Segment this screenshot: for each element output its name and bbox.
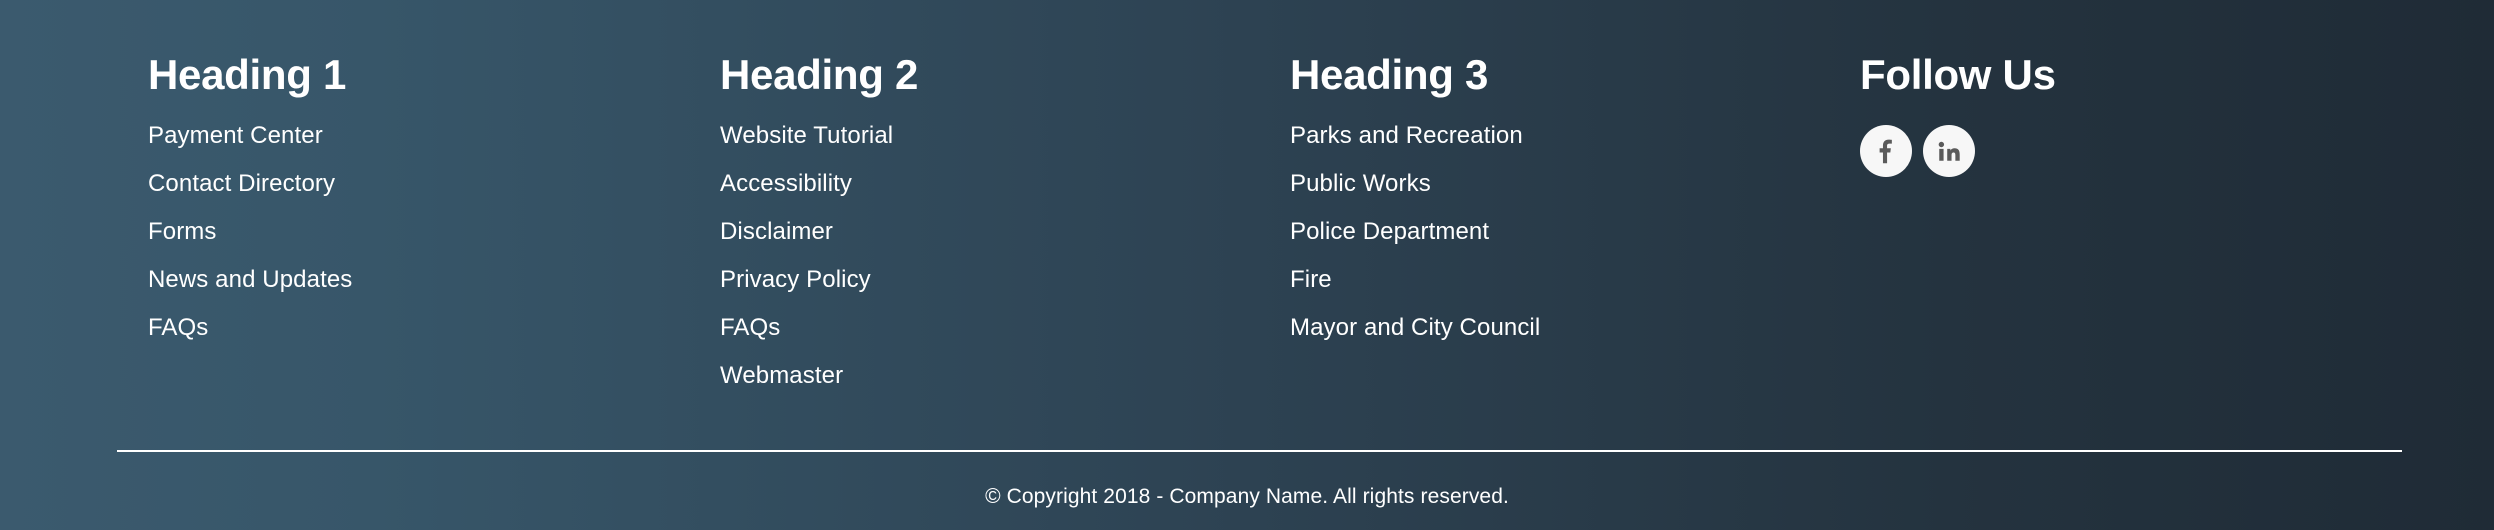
list-item: Public Works [1290,168,1540,216]
footer-column-1-links: Payment Center Contact Directory Forms N… [148,120,352,360]
footer-link-privacy-policy[interactable]: Privacy Policy [720,264,871,296]
footer-link-faqs-2[interactable]: FAQs [720,312,780,344]
site-footer: Heading 1 Payment Center Contact Directo… [0,0,2494,530]
list-item: FAQs [148,312,352,360]
list-item: Disclaimer [720,216,918,264]
list-item: Privacy Policy [720,264,918,312]
list-item: Fire [1290,264,1540,312]
footer-column-1: Heading 1 Payment Center Contact Directo… [148,52,352,360]
list-item: Forms [148,216,352,264]
footer-column-3-heading: Heading 3 [1290,51,1489,98]
footer-column-1-heading: Heading 1 [148,51,347,98]
footer-column-2: Heading 2 Website Tutorial Accessibility… [720,52,918,408]
list-item: Police Department [1290,216,1540,264]
footer-link-disclaimer[interactable]: Disclaimer [720,216,833,248]
footer-link-police-department[interactable]: Police Department [1290,216,1489,248]
list-item: Website Tutorial [720,120,918,168]
copyright-text: © Copyright 2018 - Company Name. All rig… [985,485,1509,508]
footer-column-3-links: Parks and Recreation Public Works Police… [1290,120,1540,360]
footer-link-webmaster[interactable]: Webmaster [720,360,843,392]
footer-link-news-and-updates[interactable]: News and Updates [148,264,352,296]
list-item: Mayor and City Council [1290,312,1540,360]
footer-divider [117,450,2402,452]
footer-link-faqs[interactable]: FAQs [148,312,208,344]
list-item: Accessibility [720,168,918,216]
list-item: Webmaster [720,360,918,408]
footer-column-2-links: Website Tutorial Accessibility Disclaime… [720,120,918,408]
footer-column-follow-us: Follow Us [1860,52,2056,177]
list-item: Payment Center [148,120,352,168]
footer-link-contact-directory[interactable]: Contact Directory [148,168,335,200]
footer-column-2-heading: Heading 2 [720,51,919,98]
footer-columns: Heading 1 Payment Center Contact Directo… [0,0,2494,430]
footer-link-accessibility[interactable]: Accessibility [720,168,852,200]
footer-link-forms[interactable]: Forms [148,216,217,248]
follow-us-heading: Follow Us [1860,51,2056,98]
list-item: Contact Directory [148,168,352,216]
list-item: FAQs [720,312,918,360]
social-links [1860,125,2056,177]
footer-link-fire[interactable]: Fire [1290,264,1332,296]
footer-link-payment-center[interactable]: Payment Center [148,120,323,152]
list-item: News and Updates [148,264,352,312]
linkedin-link[interactable] [1923,125,1975,177]
footer-column-3: Heading 3 Parks and Recreation Public Wo… [1290,52,1540,360]
footer-link-mayor-and-city-council[interactable]: Mayor and City Council [1290,312,1540,344]
linkedin-icon [1936,138,1962,164]
facebook-icon [1873,138,1899,164]
footer-link-public-works[interactable]: Public Works [1290,168,1431,200]
facebook-link[interactable] [1860,125,1912,177]
footer-link-parks-and-recreation[interactable]: Parks and Recreation [1290,120,1523,152]
footer-link-website-tutorial[interactable]: Website Tutorial [720,120,893,152]
list-item: Parks and Recreation [1290,120,1540,168]
